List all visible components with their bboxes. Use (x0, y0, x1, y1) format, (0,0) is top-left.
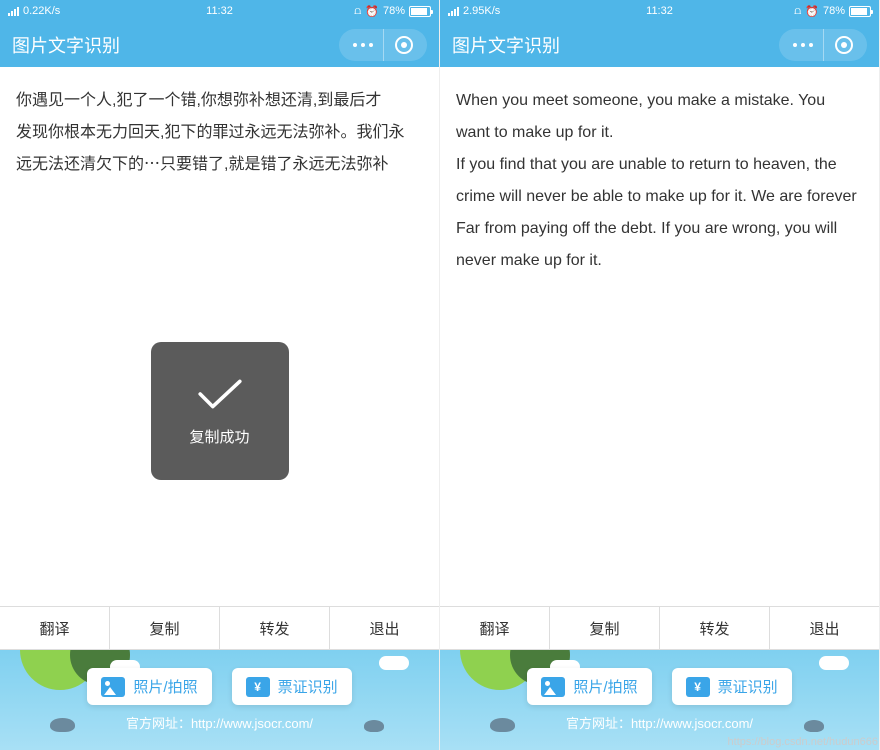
decoration-cloud (819, 656, 849, 670)
ocr-result-text[interactable]: When you meet someone, you make a mistak… (440, 67, 879, 606)
more-menu-button[interactable] (783, 29, 823, 61)
close-miniprogram-button[interactable] (823, 29, 863, 61)
page-title: 图片文字识别 (452, 32, 560, 58)
checkmark-icon (190, 376, 250, 412)
clock: 11:32 (646, 5, 673, 17)
toast-message: 复制成功 (189, 426, 249, 447)
official-site-link[interactable]: 官方网址：http://www.jsocr.com/ (126, 713, 313, 732)
ticket-icon (686, 677, 710, 697)
status-bar: 0.22K/s 11:32 ⩍ ⏰ 78% (0, 0, 439, 22)
decoration-rock (50, 718, 75, 732)
copy-success-toast: 复制成功 (151, 342, 289, 480)
page-title: 图片文字识别 (12, 32, 120, 58)
phone-right: 2.95K/s 11:32 ⩍ ⏰ 78% 图片文字识别 When you me… (440, 0, 880, 750)
photo-capture-button[interactable]: 照片/拍照 (87, 668, 211, 705)
tab-forward[interactable]: 转发 (220, 607, 330, 649)
tab-translate[interactable]: 翻译 (440, 607, 550, 649)
ticket-recognition-button[interactable]: 票证识别 (672, 668, 792, 705)
tab-copy[interactable]: 复制 (110, 607, 220, 649)
titlebar-actions (339, 29, 427, 61)
title-bar: 图片文字识别 (440, 22, 879, 67)
decoration-rock (490, 718, 515, 732)
decoration-rock (804, 720, 824, 732)
decoration-rock (364, 720, 384, 732)
alarm-icon: ⏰ (365, 5, 379, 18)
network-speed: 0.22K/s (23, 5, 60, 17)
ticket-icon (246, 677, 270, 697)
status-bar: 2.95K/s 11:32 ⩍ ⏰ 78% (440, 0, 879, 22)
bell-icon: ⩍ (794, 5, 801, 18)
signal-icon (448, 7, 459, 16)
battery-percent: 78% (823, 5, 845, 17)
battery-icon (849, 6, 871, 17)
action-tabbar: 翻译 复制 转发 退出 (440, 606, 879, 650)
titlebar-actions (779, 29, 867, 61)
clock: 11:32 (206, 5, 233, 17)
network-speed: 2.95K/s (463, 5, 500, 17)
photo-icon (541, 677, 565, 697)
tab-exit[interactable]: 退出 (330, 607, 439, 649)
battery-icon (409, 6, 431, 17)
photo-capture-button[interactable]: 照片/拍照 (527, 668, 651, 705)
tab-exit[interactable]: 退出 (770, 607, 879, 649)
bell-icon: ⩍ (354, 5, 361, 18)
title-bar: 图片文字识别 (0, 22, 439, 67)
tab-copy[interactable]: 复制 (550, 607, 660, 649)
phone-left: 0.22K/s 11:32 ⩍ ⏰ 78% 图片文字识别 你遇见一个人,犯了一个… (0, 0, 440, 750)
footer: 照片/拍照 票证识别 官方网址：http://www.jsocr.com/ (440, 650, 879, 750)
photo-icon (101, 677, 125, 697)
watermark: https://blog.csdn.net/hudun666 (728, 736, 878, 748)
photo-button-label: 照片/拍照 (573, 676, 637, 697)
more-menu-button[interactable] (343, 29, 383, 61)
ticket-recognition-button[interactable]: 票证识别 (232, 668, 352, 705)
close-miniprogram-button[interactable] (383, 29, 423, 61)
action-tabbar: 翻译 复制 转发 退出 (0, 606, 439, 650)
tab-translate[interactable]: 翻译 (0, 607, 110, 649)
ticket-button-label: 票证识别 (718, 676, 778, 697)
ticket-button-label: 票证识别 (278, 676, 338, 697)
footer: 照片/拍照 票证识别 官方网址：http://www.jsocr.com/ (0, 650, 439, 750)
alarm-icon: ⏰ (805, 5, 819, 18)
decoration-cloud (379, 656, 409, 670)
tab-forward[interactable]: 转发 (660, 607, 770, 649)
official-site-link[interactable]: 官方网址：http://www.jsocr.com/ (566, 713, 753, 732)
ocr-result-text[interactable]: 你遇见一个人,犯了一个错,你想弥补想还清,到最后才 发现你根本无力回天,犯下的罪… (0, 67, 439, 606)
battery-percent: 78% (383, 5, 405, 17)
signal-icon (8, 7, 19, 16)
photo-button-label: 照片/拍照 (133, 676, 197, 697)
